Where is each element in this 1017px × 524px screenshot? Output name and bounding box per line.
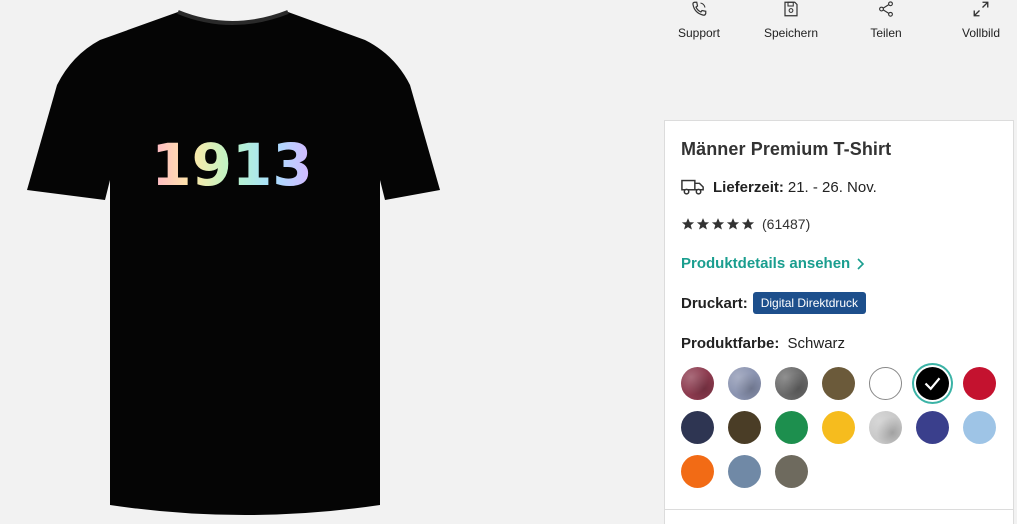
product-details-link[interactable]: Produktdetails ansehen — [681, 255, 866, 272]
color-value: Schwarz — [787, 335, 846, 352]
phone-icon — [664, 0, 734, 22]
support-button[interactable]: Support — [664, 0, 734, 40]
color-swatch[interactable] — [916, 367, 949, 400]
color-swatch[interactable] — [775, 411, 808, 444]
check-icon — [924, 377, 941, 391]
color-swatch[interactable] — [775, 367, 808, 400]
fullscreen-button[interactable]: Vollbild — [946, 0, 1016, 40]
color-swatch[interactable] — [963, 367, 996, 400]
divider — [665, 509, 1013, 510]
chevron-right-icon — [857, 257, 865, 270]
fullscreen-icon — [946, 0, 1016, 22]
color-swatch[interactable] — [916, 411, 949, 444]
color-swatch[interactable] — [728, 455, 761, 488]
share-icon — [851, 0, 921, 22]
rating-count: (61487) — [762, 216, 811, 232]
rating-stars — [681, 217, 756, 231]
support-label: Support — [677, 26, 721, 40]
star-icon — [741, 218, 755, 230]
delivery-value: 21. - 26. Nov. — [787, 178, 877, 196]
product-image[interactable]: 1913 — [0, 0, 465, 524]
product-info-panel: Männer Premium T-Shirt Lieferzeit: 21. -… — [664, 120, 1014, 524]
color-swatch[interactable] — [869, 367, 902, 400]
product-color: Produktfarbe: Schwarz — [681, 335, 845, 352]
tshirt-shape — [27, 12, 440, 515]
save-button[interactable]: Speichern — [756, 0, 826, 40]
delivery-info: Lieferzeit: 21. - 26. Nov. — [681, 178, 877, 196]
color-swatch[interactable] — [963, 411, 996, 444]
product-details-label: Produktdetails ansehen — [681, 255, 851, 272]
product-title: Männer Premium T-Shirt — [681, 139, 892, 159]
color-label: Produktfarbe: — [681, 335, 780, 352]
star-icon — [696, 218, 710, 230]
color-swatch[interactable] — [681, 367, 714, 400]
share-label: Teilen — [870, 26, 902, 40]
fullscreen-label: Vollbild — [961, 26, 1001, 40]
star-icon — [711, 218, 725, 230]
save-label: Speichern — [763, 26, 819, 40]
print-label: Druckart: — [681, 294, 748, 312]
print-type-badge[interactable]: Digital Direktdruck — [752, 292, 867, 314]
star-icon — [681, 218, 695, 230]
rating[interactable]: (61487) — [681, 216, 810, 232]
color-swatch[interactable] — [728, 367, 761, 400]
save-icon — [756, 0, 826, 22]
share-button[interactable]: Teilen — [851, 0, 921, 40]
delivery-label: Lieferzeit: — [713, 178, 784, 196]
color-swatch[interactable] — [822, 411, 855, 444]
color-swatch[interactable] — [681, 411, 714, 444]
truck-icon — [681, 179, 704, 195]
star-icon — [726, 218, 740, 230]
shirt-print-text: 1913 — [151, 131, 312, 199]
color-swatch[interactable] — [728, 411, 761, 444]
print-type: Druckart: Digital Direktdruck — [681, 292, 867, 314]
color-swatch[interactable] — [775, 455, 808, 488]
color-swatch[interactable] — [681, 455, 714, 488]
color-swatch[interactable] — [822, 367, 855, 400]
top-action-bar: Support Speichern Teilen Vollbild — [664, 0, 1017, 48]
color-swatch[interactable] — [869, 411, 902, 444]
